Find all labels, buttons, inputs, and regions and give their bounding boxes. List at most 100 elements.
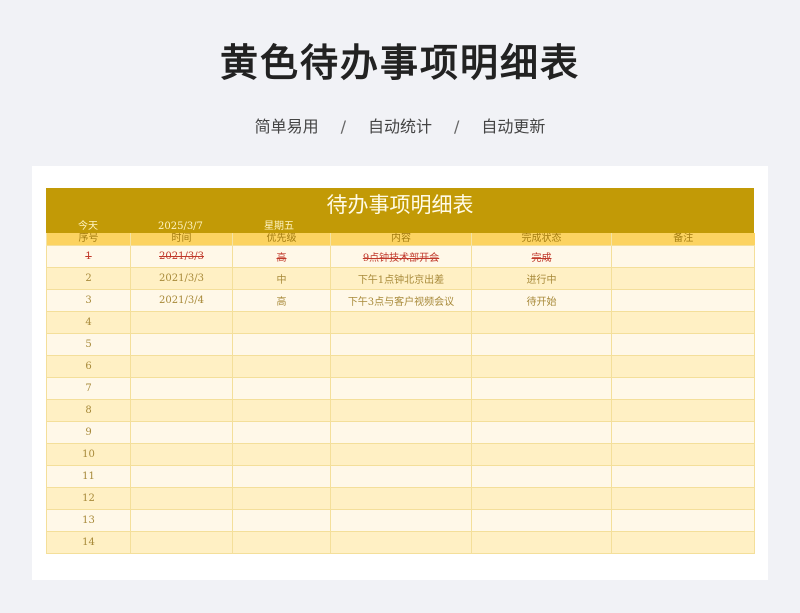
cell-no[interactable]: 14 <box>46 531 131 554</box>
cell-time[interactable] <box>130 333 233 356</box>
cell-time[interactable]: 2021/3/4 <box>130 289 233 312</box>
cell-no[interactable]: 5 <box>46 333 131 356</box>
cell-note[interactable] <box>611 465 755 488</box>
cell-status[interactable] <box>471 465 612 488</box>
today-label: 今天 <box>78 221 98 232</box>
cell-time[interactable] <box>130 399 233 422</box>
cell-no[interactable]: 1 <box>46 245 131 268</box>
tag-separator: / <box>340 117 346 136</box>
cell-status[interactable] <box>471 421 612 444</box>
cell-time[interactable] <box>130 509 233 532</box>
cell-time[interactable]: 2021/3/3 <box>130 245 233 268</box>
cell-priority[interactable] <box>232 465 331 488</box>
cell-note[interactable] <box>611 377 755 400</box>
cell-content[interactable] <box>330 487 472 510</box>
cell-status[interactable] <box>471 443 612 466</box>
cell-content[interactable] <box>330 311 472 334</box>
cell-content[interactable] <box>330 399 472 422</box>
cell-status[interactable] <box>471 333 612 356</box>
cell-note[interactable] <box>611 509 755 532</box>
cell-status[interactable] <box>471 487 612 510</box>
cell-status[interactable]: 完成 <box>471 245 612 268</box>
cell-time[interactable] <box>130 421 233 444</box>
col-header-note: 备注 <box>611 233 755 246</box>
cell-note[interactable] <box>611 421 755 444</box>
cell-note[interactable] <box>611 267 755 290</box>
table-row: 1 2021/3/3 高 9点钟技术部开会 完成 <box>46 245 755 268</box>
cell-priority[interactable] <box>232 531 331 554</box>
cell-no[interactable]: 8 <box>46 399 131 422</box>
cell-status[interactable] <box>471 509 612 532</box>
cell-no[interactable]: 11 <box>46 465 131 488</box>
cell-priority[interactable]: 高 <box>232 289 331 312</box>
cell-priority[interactable] <box>232 399 331 422</box>
cell-content[interactable] <box>330 509 472 532</box>
todo-table: 序号 时间 优先级 内容 完成状态 备注 1 2021/3/3 高 9点钟技术部开会完… <box>46 233 755 554</box>
cell-note[interactable] <box>611 289 755 312</box>
cell-priority[interactable] <box>232 377 331 400</box>
cell-no[interactable]: 10 <box>46 443 131 466</box>
cell-status[interactable] <box>471 399 612 422</box>
cell-no[interactable]: 6 <box>46 355 131 378</box>
cell-note[interactable] <box>611 333 755 356</box>
table-row: 2 2021/3/3 中下午1点钟北京出差 进行中 <box>46 267 755 290</box>
cell-content[interactable] <box>330 421 472 444</box>
cell-time[interactable] <box>130 377 233 400</box>
cell-note[interactable] <box>611 355 755 378</box>
cell-priority[interactable] <box>232 333 331 356</box>
cell-priority[interactable] <box>232 421 331 444</box>
cell-no[interactable]: 9 <box>46 421 131 444</box>
col-header-status: 完成状态 <box>471 233 612 246</box>
cell-priority[interactable] <box>232 487 331 510</box>
cell-note[interactable] <box>611 531 755 554</box>
cell-priority[interactable] <box>232 443 331 466</box>
cell-priority[interactable] <box>232 355 331 378</box>
cell-note[interactable] <box>611 399 755 422</box>
cell-status[interactable] <box>471 311 612 334</box>
col-header-content: 内容 <box>330 233 472 246</box>
cell-content[interactable] <box>330 333 472 356</box>
cell-content[interactable]: 9点钟技术部开会 <box>330 245 472 268</box>
cell-status[interactable] <box>471 531 612 554</box>
cell-content[interactable] <box>330 377 472 400</box>
cell-no[interactable]: 7 <box>46 377 131 400</box>
cell-note[interactable] <box>611 311 755 334</box>
cell-note[interactable] <box>611 245 755 268</box>
cell-no[interactable]: 4 <box>46 311 131 334</box>
cell-priority[interactable] <box>232 509 331 532</box>
table-row: 10 <box>46 443 755 466</box>
cell-status[interactable] <box>471 377 612 400</box>
cell-status[interactable]: 待开始 <box>471 289 612 312</box>
cell-no[interactable]: 13 <box>46 509 131 532</box>
cell-content[interactable] <box>330 355 472 378</box>
cell-time[interactable] <box>130 355 233 378</box>
cell-no[interactable]: 3 <box>46 289 131 312</box>
cell-note[interactable] <box>611 487 755 510</box>
cell-priority[interactable] <box>232 311 331 334</box>
table-row: 14 <box>46 531 755 554</box>
table-row: 3 2021/3/4 高下午3点与客户视频会议 待开始 <box>46 289 755 312</box>
cell-content[interactable]: 下午3点与客户视频会议 <box>330 289 472 312</box>
cell-note[interactable] <box>611 443 755 466</box>
cell-status[interactable]: 进行中 <box>471 267 612 290</box>
cell-content[interactable]: 下午1点钟北京出差 <box>330 267 472 290</box>
cell-time[interactable] <box>130 487 233 510</box>
cell-no[interactable]: 2 <box>46 267 131 290</box>
cell-content[interactable] <box>330 531 472 554</box>
table-row: 13 <box>46 509 755 532</box>
cell-status[interactable] <box>471 355 612 378</box>
cell-no[interactable]: 12 <box>46 487 131 510</box>
cell-priority[interactable]: 中 <box>232 267 331 290</box>
cell-content[interactable] <box>330 443 472 466</box>
spreadsheet: 待办事项明细表 今天 2025/3/7 星期五 序号 时间 优先级 内容 完成状… <box>46 188 755 554</box>
cell-content[interactable] <box>330 465 472 488</box>
cell-time[interactable]: 2021/3/3 <box>130 267 233 290</box>
cell-time[interactable] <box>130 465 233 488</box>
table-row: 7 <box>46 377 755 400</box>
cell-time[interactable] <box>130 311 233 334</box>
cell-priority[interactable]: 高 <box>232 245 331 268</box>
col-header-no: 序号 <box>46 233 131 246</box>
cell-time[interactable] <box>130 531 233 554</box>
cell-time[interactable] <box>130 443 233 466</box>
table-row: 8 <box>46 399 755 422</box>
